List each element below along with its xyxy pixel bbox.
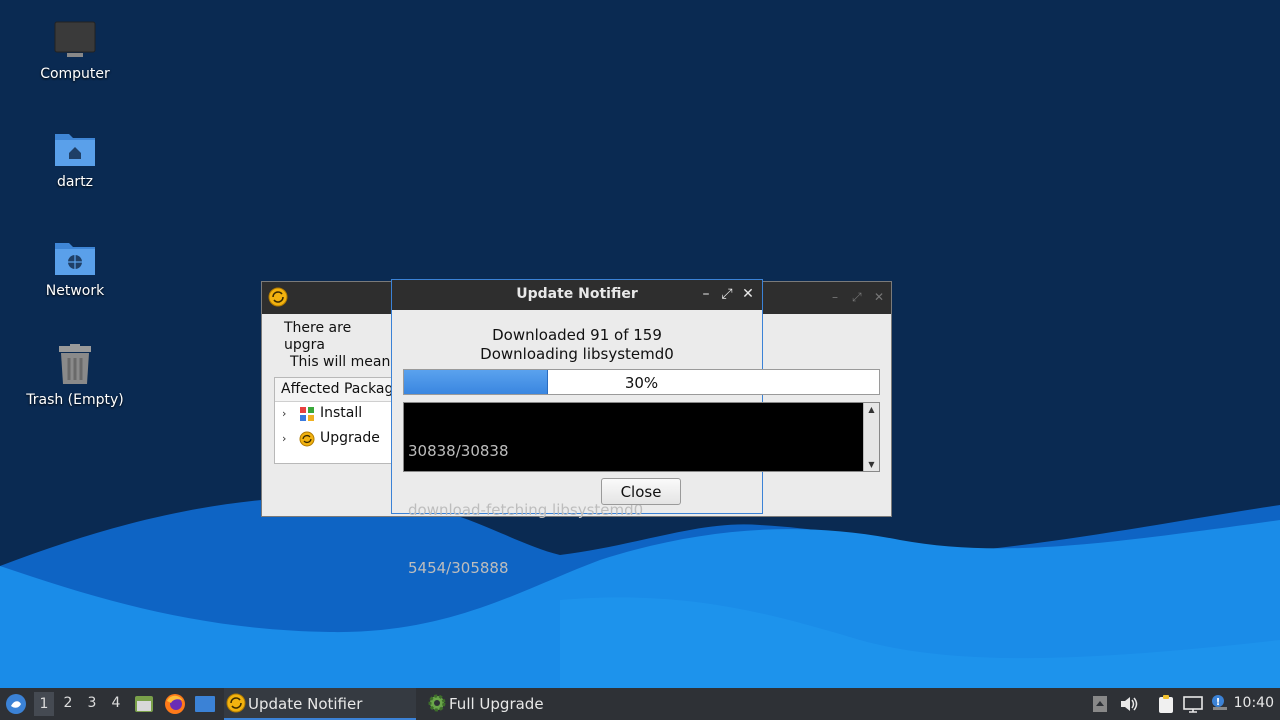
download-progress-bar: 30% [403, 369, 880, 395]
update-notifier-icon [268, 287, 288, 307]
home-folder-icon [55, 134, 95, 166]
intro-line: This will mean [290, 354, 391, 370]
show-desktop-icon[interactable] [194, 695, 216, 713]
workspace-3[interactable]: 3 [82, 695, 102, 711]
close-icon[interactable]: ✕ [874, 290, 884, 304]
volume-icon[interactable] [1119, 694, 1139, 714]
home-folder-desktop-icon[interactable]: dartz [15, 128, 135, 190]
maximize-icon[interactable]: ⤢ [852, 290, 862, 305]
desktop-icon-label: Computer [40, 66, 110, 82]
gear-icon [428, 694, 446, 712]
task-label: Full Upgrade [449, 695, 544, 713]
task-update-notifier[interactable]: Update Notifier [224, 688, 416, 720]
tree-row-upgrade[interactable]: › Upgrade [275, 427, 395, 452]
task-label: Update Notifier [248, 695, 363, 713]
log-text: 30838/30838 download-fetching libsystemd… [408, 403, 643, 618]
file-manager-icon[interactable] [134, 695, 154, 713]
task-full-upgrade[interactable]: Full Upgrade [425, 688, 617, 718]
desktop-icon-label: Network [45, 283, 105, 299]
progress-percent: 30% [624, 374, 659, 392]
firefox-icon[interactable] [164, 693, 186, 715]
install-icon [300, 407, 314, 421]
start-menu-icon[interactable] [5, 693, 27, 715]
monitor-icon [54, 21, 96, 57]
svg-text:!: ! [1216, 697, 1221, 708]
network-tray-icon[interactable] [1182, 694, 1204, 714]
network-folder-icon [55, 243, 95, 275]
computer-desktop-icon[interactable]: Computer [15, 20, 135, 82]
log-line: 5454/305888 [408, 559, 509, 577]
tree-header[interactable]: Affected Packag [275, 378, 395, 402]
network-desktop-icon[interactable]: Network [15, 237, 135, 299]
expander-icon[interactable]: › [282, 407, 286, 420]
desktop-icon-label: dartz [56, 174, 94, 190]
minimize-icon[interactable]: – [832, 290, 838, 304]
desktop-icon-label: Trash (Empty) [26, 392, 124, 408]
expander-icon[interactable]: › [282, 432, 286, 445]
affected-packages-tree[interactable]: Affected Packag › Install › Upgrade [274, 377, 396, 464]
workspace-2[interactable]: 2 [58, 695, 78, 711]
scroll-up-icon[interactable]: ▲ [864, 405, 879, 414]
notification-icon[interactable]: ! [1209, 692, 1229, 712]
workspace-4[interactable]: 4 [106, 695, 126, 711]
log-scrollbar[interactable]: ▲ ▼ [863, 403, 879, 471]
tree-item-label: Install [320, 405, 363, 421]
update-notifier-content: 30% 30838/30838 download-fetching libsys… [391, 279, 880, 577]
intro-line: There are upgra [284, 320, 352, 353]
upgrade-intro-text: There are upgra This will mean [284, 320, 394, 371]
scroll-down-icon[interactable]: ▼ [864, 460, 879, 469]
tray-expand-icon[interactable] [1092, 695, 1108, 713]
taskbar: 1 2 3 4 Update Notifier Full Upgrade ! 1… [0, 688, 1280, 720]
download-log[interactable]: 30838/30838 download-fetching libsystemd… [403, 402, 880, 577]
close-button[interactable]: Close [601, 478, 681, 505]
trash-icon [59, 344, 91, 384]
update-notifier-icon [226, 693, 246, 713]
clock[interactable]: 10:40 [1234, 695, 1274, 711]
clipboard-icon[interactable] [1156, 694, 1176, 714]
trash-desktop-icon[interactable]: Trash (Empty) [15, 344, 135, 408]
workspace-1[interactable]: 1 [34, 692, 54, 716]
tree-item-label: Upgrade [320, 430, 380, 446]
upgrade-icon [299, 431, 315, 447]
log-line: 30838/30838 [408, 442, 509, 460]
tree-row-install[interactable]: › Install [275, 402, 395, 427]
